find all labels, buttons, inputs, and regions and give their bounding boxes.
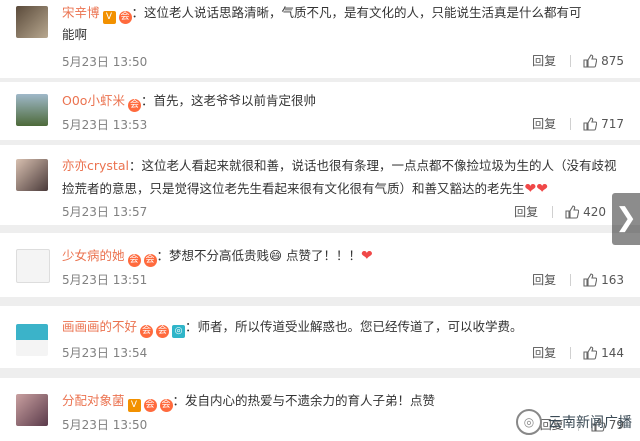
member-badge-icon: 会 [159,399,173,412]
comment-body-cont: 捡荒者的意思，只是觉得这位老先生看起来很有文化很有气质）和善又豁达的老先生 [62,181,525,196]
comment-text: 少女病的她会会：梦想不分高低贵贱😄 点赞了！！！❤ [62,245,630,267]
avatar[interactable] [16,6,48,38]
like-count: 717 [601,116,624,131]
member-badge-icon: 会 [156,325,170,338]
vip-badge-icon: V [102,11,116,24]
timestamp: 5月23日 13:51 [62,273,148,287]
like-count: 875 [601,53,624,68]
timestamp: 5月23日 13:53 [62,118,148,132]
timestamp: 5月23日 13:50 [62,418,148,432]
reply-button[interactable]: 回复 [532,344,556,361]
reply-button[interactable]: 回复 [532,115,556,132]
comment-text-line2: 能啊 [62,24,630,46]
reply-button[interactable]: 回复 [514,203,538,220]
member-badge-icon: 会 [127,99,141,112]
comment-text: O0o小虾米会：首先，这老爷爷以前肯定很帅 [62,90,630,112]
divider [570,346,572,359]
member-badge-icon: 会 [118,11,132,24]
wechat-logo-icon: ◎ [516,409,542,435]
thumbs-up-icon [565,204,580,219]
comment-body: ：这位老人看起来就很和善，说话也很有条理，一点点都不像捡垃圾为生的人（没有歧视 [128,158,617,173]
chevron-right-icon: ❯ [615,203,637,233]
member-badge-icon: 会 [143,254,157,267]
comment-body: ：梦想不分高低贵贱 [156,248,270,263]
username-link[interactable]: 画画画的不好 [62,319,137,334]
like-button[interactable]: 163 [583,273,624,287]
next-arrow-button[interactable]: ❯ [612,193,640,245]
thumbs-up-icon [583,53,598,68]
like-count: 144 [601,345,624,360]
comment-body: ：这位老人说话思路清晰，气质不凡，是有文化的人，只能说生活真是什么都有可 [131,5,582,20]
username-link[interactable]: 分配对象菌 [62,393,125,408]
username-link[interactable]: 宋辛博 [62,5,100,20]
like-count: 163 [601,272,624,287]
thumbs-up-icon [583,272,598,287]
like-count: 420 [583,204,606,219]
timestamp: 5月23日 13:54 [62,346,148,360]
heart-emoji-icon: ❤❤ [524,181,548,197]
member-badge-icon: 会 [143,399,157,412]
timestamp: 5月23日 13:50 [62,55,148,69]
avatar[interactable] [16,94,48,126]
divider [570,117,572,130]
reply-button[interactable]: 回复 [532,271,556,288]
divider [570,273,572,286]
reply-button[interactable]: 回复 [532,52,556,69]
vip-badge-icon: V [127,399,141,412]
like-button[interactable]: 875 [583,54,624,68]
avatar[interactable] [16,324,48,356]
like-button[interactable]: 420 [565,205,606,219]
username-link[interactable]: 亦亦crystal [62,158,129,173]
comment-text: 亦亦crystal：这位老人看起来就很和善，说话也很有条理，一点点都不像捡垃圾为… [62,155,630,177]
comment-card: 宋辛博 V 会：这位老人说话思路清晰，气质不凡，是有文化的人，只能说生活真是什么都有… [0,0,640,78]
camera-badge-icon: ◎ [172,325,186,338]
comment-body: ：首先，这老爷爷以前肯定很帅 [140,93,316,108]
comment-body: ：师者，所以传道受业解惑也。您已经传道了，可以收学费。 [185,319,523,334]
comment-actions: 回复 717 [532,115,624,132]
comment-actions: 回复 144 [532,344,624,361]
thumbs-up-icon [583,345,598,360]
avatar[interactable] [16,394,48,426]
comment-body-cont: 能啊 [62,27,88,42]
username-link[interactable]: O0o小虾米 [62,93,125,108]
member-badge-icon: 会 [127,254,141,267]
watermark-text: 云南新闻广播 [548,415,632,431]
comment-body: ：发自内心的热爱与不遗余力的育人子弟！点赞 [172,393,436,408]
watermark: ◎ 云南新闻广播 [516,409,632,435]
comment-card: 画画画的不好会会 ◎ ：师者，所以传道受业解惑也。您已经传道了，可以收学费。 5月2… [0,306,640,368]
comment-text: 宋辛博 V 会：这位老人说话思路清晰，气质不凡，是有文化的人，只能说生活真是什么都有… [62,2,630,24]
member-badge-icon: 会 [140,325,154,338]
comment-card: 亦亦crystal：这位老人看起来就很和善，说话也很有条理，一点点都不像捡垃圾为… [0,145,640,225]
comment-card: 少女病的她会会：梦想不分高低贵贱😄 点赞了！！！❤ 5月23日 13:51 回复… [0,233,640,297]
divider [552,205,554,218]
divider [570,54,572,67]
avatar[interactable] [16,159,48,191]
like-button[interactable]: 144 [583,346,624,360]
comment-text: 画画画的不好会会 ◎ ：师者，所以传道受业解惑也。您已经传道了，可以收学费。 [62,316,630,338]
timestamp: 5月23日 13:57 [62,205,148,219]
comment-text-line2: 捡荒者的意思，只是觉得这位老先生看起来很有文化很有气质）和善又豁达的老先生❤❤ [62,178,630,200]
comment-body-cont: 点赞了！！！ [282,248,362,263]
comment-actions: 回复 875 [532,52,624,69]
comment-card: O0o小虾米会：首先，这老爷爷以前肯定很帅 5月23日 13:53 回复 717 [0,82,640,140]
thumbs-up-icon [583,116,598,131]
comment-actions: 回复 420 [514,203,606,220]
like-button[interactable]: 717 [583,117,624,131]
comment-actions: 回复 163 [532,271,624,288]
heart-emoji-icon: ❤ [361,248,373,264]
avatar[interactable] [16,249,50,283]
username-link[interactable]: 少女病的她 [62,248,125,263]
smile-emoji-icon: 😄 [269,248,283,263]
